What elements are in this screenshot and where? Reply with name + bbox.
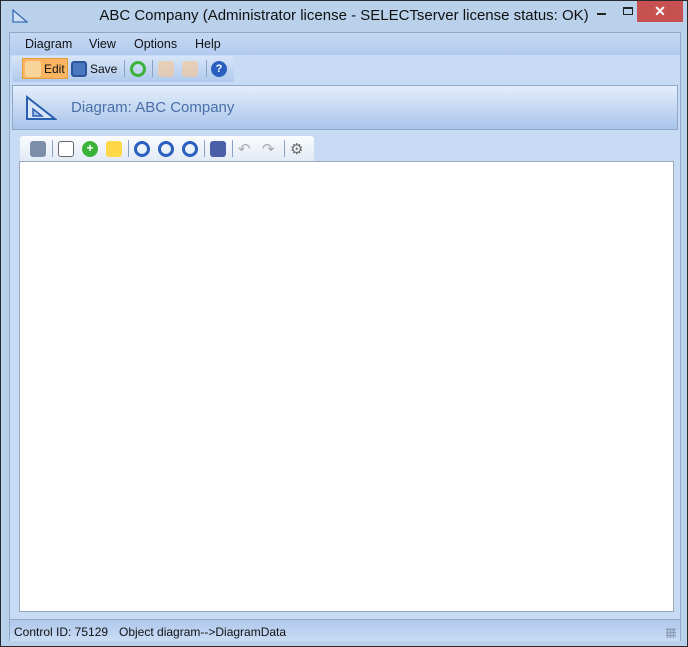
thumbs-down-icon (182, 60, 198, 77)
client-area: Diagram View Options Help Edit Save ? Di… (9, 32, 681, 641)
edit-button[interactable]: Edit (22, 58, 68, 79)
diagram-toolbar: + ↶ ↷ ⚙ (20, 136, 314, 161)
menu-bar: Diagram View Options Help (10, 33, 680, 55)
help-button[interactable]: ? (211, 58, 227, 79)
save-label: Save (90, 61, 118, 76)
zoom-in-button[interactable] (134, 138, 150, 159)
refresh-button[interactable] (130, 58, 146, 79)
reject-button[interactable] (182, 58, 198, 79)
status-bar: Control ID: 75129 Object diagram-->Diagr… (10, 619, 680, 641)
zoom-fit-icon (182, 140, 198, 157)
separator (52, 140, 53, 157)
new-document-icon (58, 140, 74, 157)
add-button[interactable]: + (82, 138, 98, 159)
print-button[interactable] (30, 138, 46, 159)
undo-icon: ↶ (238, 140, 251, 158)
plus-circle-icon: + (82, 140, 98, 157)
minimize-button[interactable] (586, 1, 616, 22)
zoom-in-icon (134, 140, 150, 157)
separator (152, 60, 153, 77)
separator (124, 60, 125, 77)
zoom-out-button[interactable] (158, 138, 174, 159)
approve-button[interactable] (158, 58, 174, 79)
new-button[interactable] (58, 138, 74, 159)
set-square-icon (26, 95, 57, 120)
object-path: Object diagram-->DiagramData (119, 625, 287, 639)
menu-diagram[interactable]: Diagram (25, 37, 72, 51)
floppy-disk-icon (71, 60, 87, 77)
redo-button[interactable]: ↷ (262, 138, 275, 159)
edit-icon (25, 60, 41, 77)
menu-options[interactable]: Options (134, 37, 177, 51)
window-title: ABC Company (Administrator license - SEL… (99, 7, 589, 24)
thumbs-up-icon (158, 60, 174, 77)
zoom-fit-button[interactable] (182, 138, 198, 159)
separator (206, 60, 207, 77)
save-button[interactable]: Save (71, 58, 117, 79)
main-toolbar: Edit Save ? (12, 56, 234, 82)
printer-icon (30, 140, 46, 157)
help-icon: ? (211, 60, 227, 77)
undo-button[interactable]: ↶ (238, 138, 251, 159)
edit-label: Edit (44, 61, 65, 76)
separator (284, 140, 285, 157)
diagram-title: Diagram: ABC Company (71, 99, 235, 116)
redo-icon: ↷ (262, 140, 275, 158)
diagram-header: Diagram: ABC Company (12, 85, 678, 130)
properties-icon (210, 140, 226, 157)
control-id: Control ID: 75129 (14, 625, 109, 639)
title-bar[interactable]: ABC Company (Administrator license - SEL… (1, 1, 687, 33)
note-button[interactable] (106, 138, 122, 159)
close-button[interactable]: ✕ (637, 1, 683, 22)
diagram-canvas[interactable] (19, 161, 674, 612)
menu-view[interactable]: View (89, 37, 116, 51)
separator (204, 140, 205, 157)
sticky-note-icon (106, 140, 122, 157)
zoom-out-icon (158, 140, 174, 157)
separator (232, 140, 233, 157)
menu-help[interactable]: Help (195, 37, 221, 51)
resize-grip[interactable] (666, 628, 676, 638)
separator (128, 140, 129, 157)
gear-icon: ⚙ (290, 140, 304, 158)
settings-button[interactable]: ⚙ (290, 138, 303, 159)
refresh-icon (130, 60, 146, 77)
app-window: ABC Company (Administrator license - SEL… (0, 0, 688, 647)
properties-button[interactable] (210, 138, 226, 159)
